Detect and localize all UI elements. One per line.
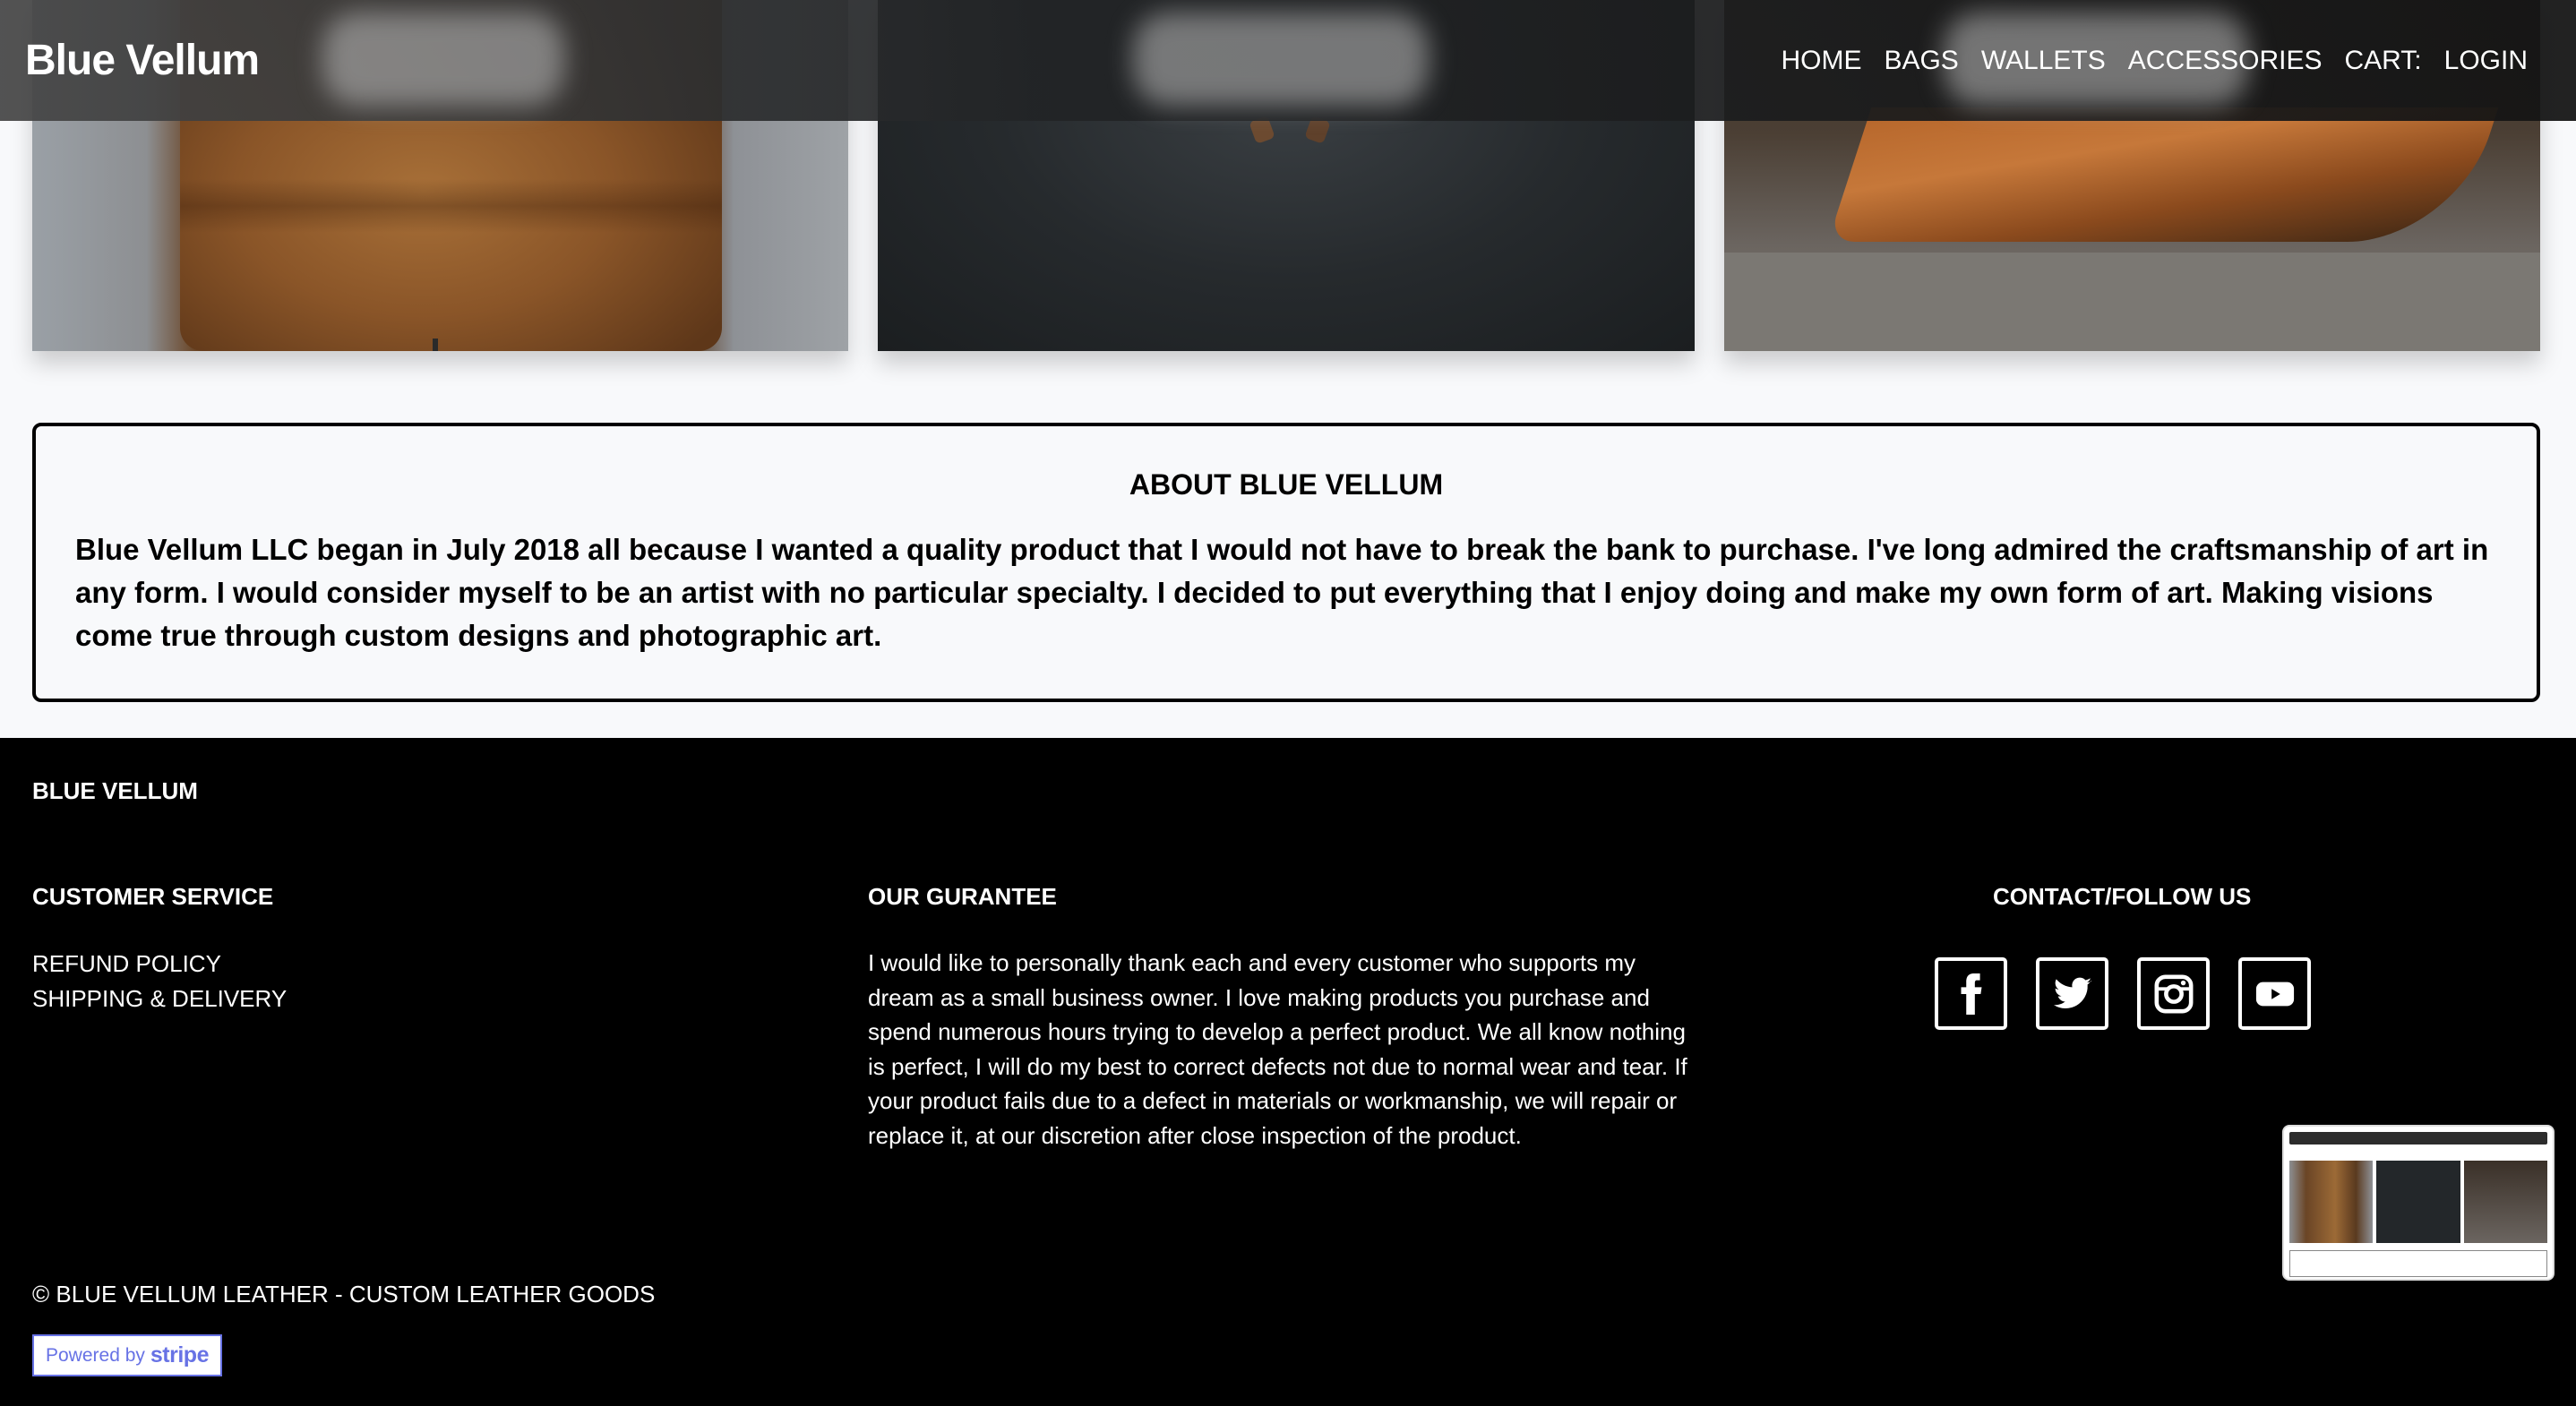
powered-by-label: Powered by <box>46 1344 145 1366</box>
guarantee-text: I would like to personally thank each an… <box>868 949 1687 1149</box>
thumbnail-image <box>2289 1161 2374 1243</box>
bag-stand <box>433 339 438 351</box>
page-preview-thumbnail[interactable] <box>2282 1125 2555 1281</box>
facebook-icon[interactable] <box>1935 957 2007 1030</box>
social-links <box>1935 957 2311 1030</box>
thumbnail-header <box>2289 1132 2547 1145</box>
nav-accessories[interactable]: ACCESSORIES <box>2128 46 2323 76</box>
stripe-logo: stripe <box>150 1342 210 1367</box>
site-footer: BLUE VELLUM CUSTOMER SERVICE REFUND POLI… <box>0 738 2576 1406</box>
belt-photo <box>1827 107 2499 242</box>
footer-brand: BLUE VELLUM <box>32 777 198 804</box>
nav-login[interactable]: LOGIN <box>2444 46 2528 76</box>
customer-service-heading: CUSTOMER SERVICE <box>32 883 274 910</box>
thumbnail-images <box>2289 1161 2547 1243</box>
header-blur <box>322 13 564 106</box>
refund-policy-link[interactable]: REFUND POLICY <box>32 947 287 982</box>
guarantee-heading: OUR GURANTEE <box>868 883 1057 910</box>
about-body: Blue Vellum LLC began in July 2018 all b… <box>75 533 2489 652</box>
powered-by-stripe-badge[interactable]: Powered by stripe <box>32 1334 222 1376</box>
thumbnail-image <box>2463 1161 2547 1243</box>
nav-wallets[interactable]: WALLETS <box>1981 46 2106 76</box>
brand-logo[interactable]: Blue Vellum <box>25 36 260 85</box>
copyright-text: © BLUE VELLUM LEATHER - CUSTOM LEATHER G… <box>32 1281 656 1307</box>
nav-home[interactable]: HOME <box>1781 46 1861 76</box>
main-nav: HOME BAGS WALLETS ACCESSORIES CART: LOGI… <box>1781 46 2528 76</box>
thumbnail-image <box>2376 1161 2460 1243</box>
contact-heading: CONTACT/FOLLOW US <box>1993 883 2252 910</box>
thumbnail-about <box>2289 1250 2547 1277</box>
youtube-icon[interactable] <box>2238 957 2311 1030</box>
nav-cart[interactable]: CART: <box>2345 46 2422 76</box>
instagram-icon[interactable] <box>2137 957 2210 1030</box>
about-title: ABOUT BLUE VELLUM <box>1129 468 1444 501</box>
site-header: Blue Vellum HOME BAGS WALLETS ACCESSORIE… <box>0 0 2576 121</box>
shipping-delivery-link[interactable]: SHIPPING & DELIVERY <box>32 982 287 1016</box>
about-section: ABOUT BLUE VELLUM Blue Vellum LLC began … <box>32 423 2540 702</box>
photo-floor <box>1723 253 2540 351</box>
header-blur <box>1133 13 1429 106</box>
nav-bags[interactable]: BAGS <box>1884 46 1958 76</box>
customer-service-links: REFUND POLICY SHIPPING & DELIVERY <box>32 947 287 1016</box>
twitter-icon[interactable] <box>2036 957 2108 1030</box>
